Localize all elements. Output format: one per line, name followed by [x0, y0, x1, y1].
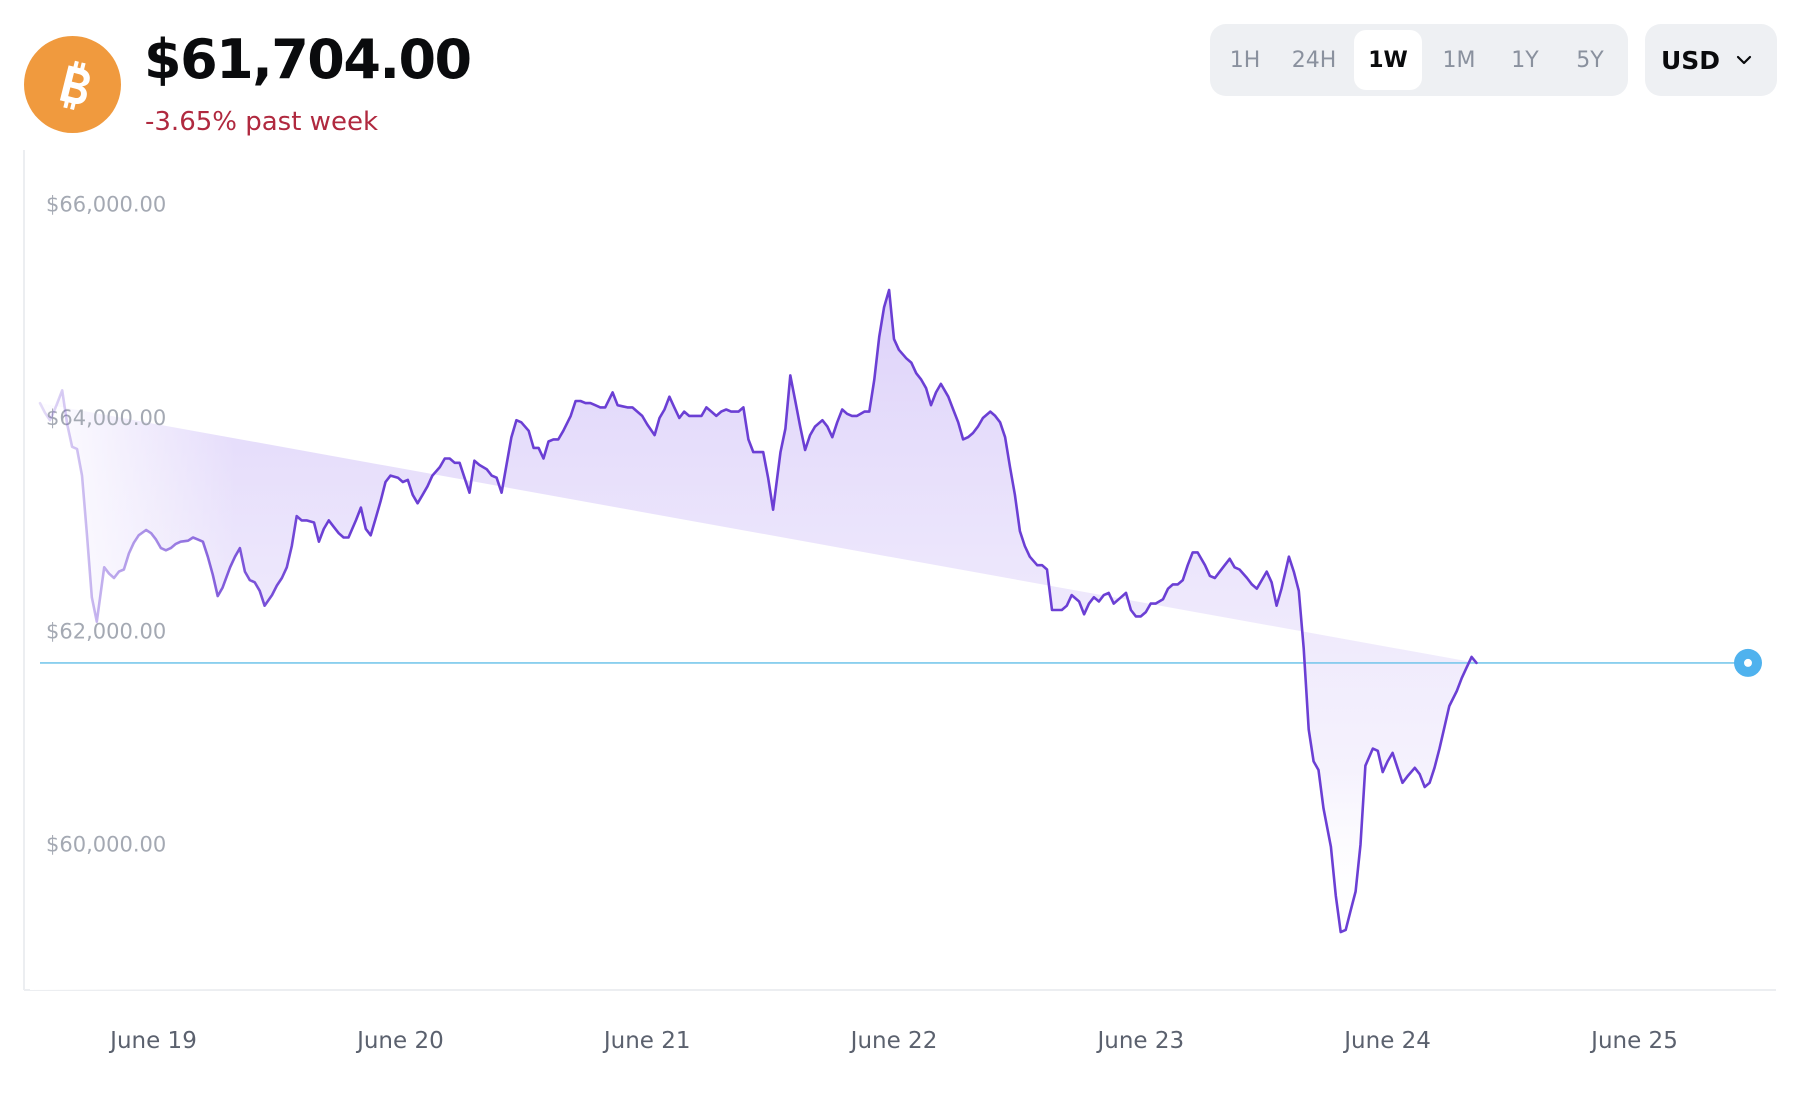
x-axis-ticks: June 19 June 20 June 21 June 22 June 23 June … [108, 1028, 1678, 1054]
x-tick-label: June 20 [355, 1028, 444, 1054]
price-chart[interactable]: $66,000.00$64,000.00$62,000.00$60,000.00… [0, 0, 1794, 1110]
x-tick-label: June 25 [1589, 1028, 1678, 1054]
x-tick-label: June 23 [1095, 1028, 1184, 1054]
y-tick-label: $60,000.00 [46, 833, 166, 857]
x-tick-label: June 22 [849, 1028, 938, 1054]
x-tick-label: June 19 [108, 1028, 197, 1054]
current-price-marker[interactable] [1734, 648, 1762, 677]
y-tick-label: $62,000.00 [46, 619, 166, 643]
x-tick-label: June 24 [1342, 1028, 1431, 1054]
chart-left-fade [30, 150, 1750, 990]
price-chart-page: $61,704.00 -3.65% past week 1H 24H 1W 1M… [0, 0, 1794, 1110]
x-tick-label: June 21 [602, 1028, 691, 1054]
y-tick-label: $66,000.00 [46, 193, 166, 217]
current-price-dot-center [1744, 658, 1752, 667]
